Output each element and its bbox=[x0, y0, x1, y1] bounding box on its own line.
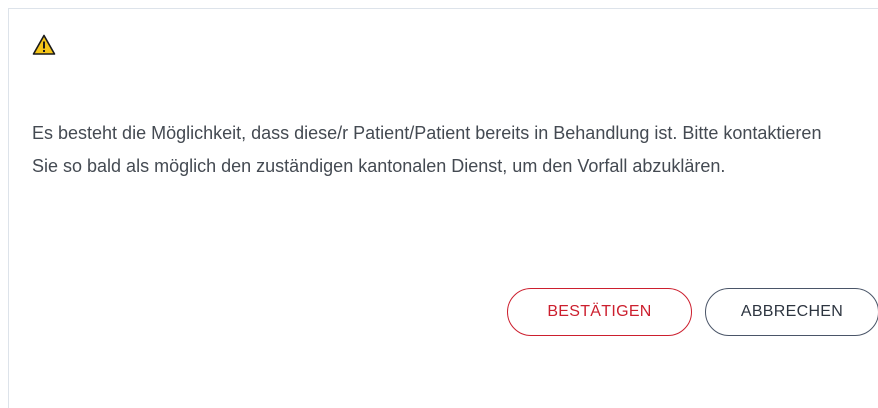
warning-icon bbox=[32, 33, 56, 57]
cancel-button[interactable]: ABBRECHEN bbox=[705, 288, 878, 336]
dialog-message: Es besteht die Möglichkeit, dass diese/r… bbox=[32, 123, 822, 176]
confirm-button[interactable]: BESTÄTIGEN bbox=[507, 288, 692, 336]
alert-dialog: Es besteht die Möglichkeit, dass diese/r… bbox=[8, 8, 878, 408]
